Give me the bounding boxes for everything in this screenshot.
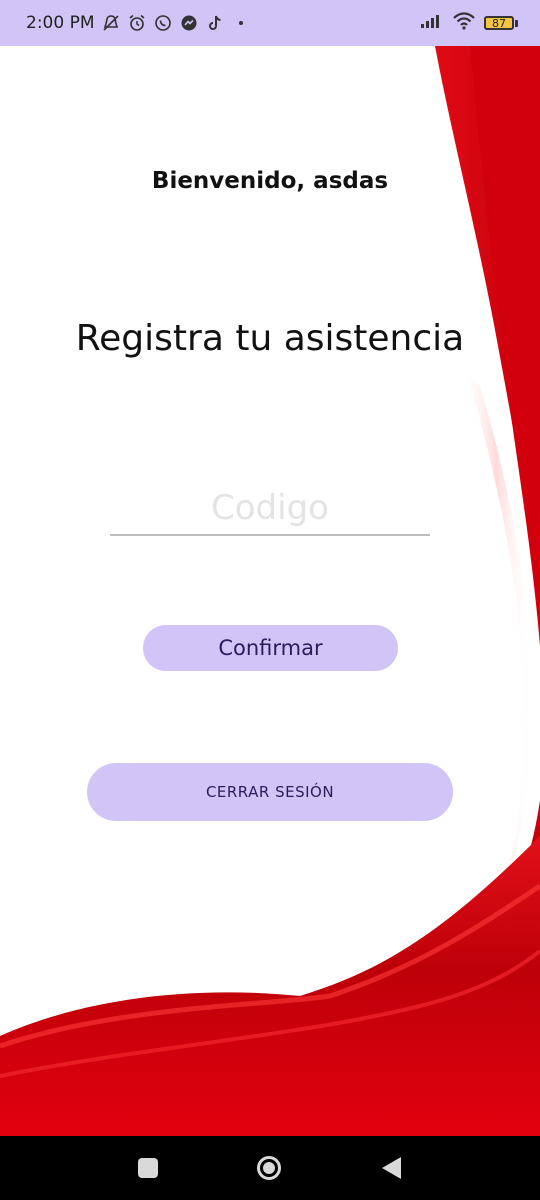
status-icons-left [101, 13, 251, 33]
signal-icon [420, 13, 444, 34]
recents-icon[interactable] [138, 1158, 158, 1178]
page-title: Registra tu asistencia [75, 318, 465, 359]
main-content: Bienvenido, asdas Registra tu asistencia… [0, 46, 540, 1136]
confirm-button[interactable]: Confirmar [143, 625, 398, 671]
code-input[interactable] [110, 482, 430, 536]
notifications-off-icon [101, 13, 121, 33]
dot-icon [231, 13, 251, 33]
logout-button[interactable]: CERRAR SESIÓN [87, 763, 453, 821]
navigation-bar [0, 1136, 540, 1200]
battery-level: 87 [484, 16, 514, 30]
back-icon[interactable] [382, 1157, 401, 1179]
whatsapp-icon [153, 13, 173, 33]
messenger-icon [179, 13, 199, 33]
wifi-icon [452, 11, 476, 35]
battery-icon: 87 [484, 16, 518, 30]
welcome-text: Bienvenido, asdas [151, 168, 389, 194]
status-icons-right: 87 [420, 11, 518, 35]
tiktok-icon [205, 13, 225, 33]
alarm-icon [127, 13, 147, 33]
status-time: 2:00 PM [26, 13, 95, 33]
home-icon[interactable] [257, 1156, 281, 1180]
status-bar: 2:00 PM 87 [0, 0, 540, 46]
